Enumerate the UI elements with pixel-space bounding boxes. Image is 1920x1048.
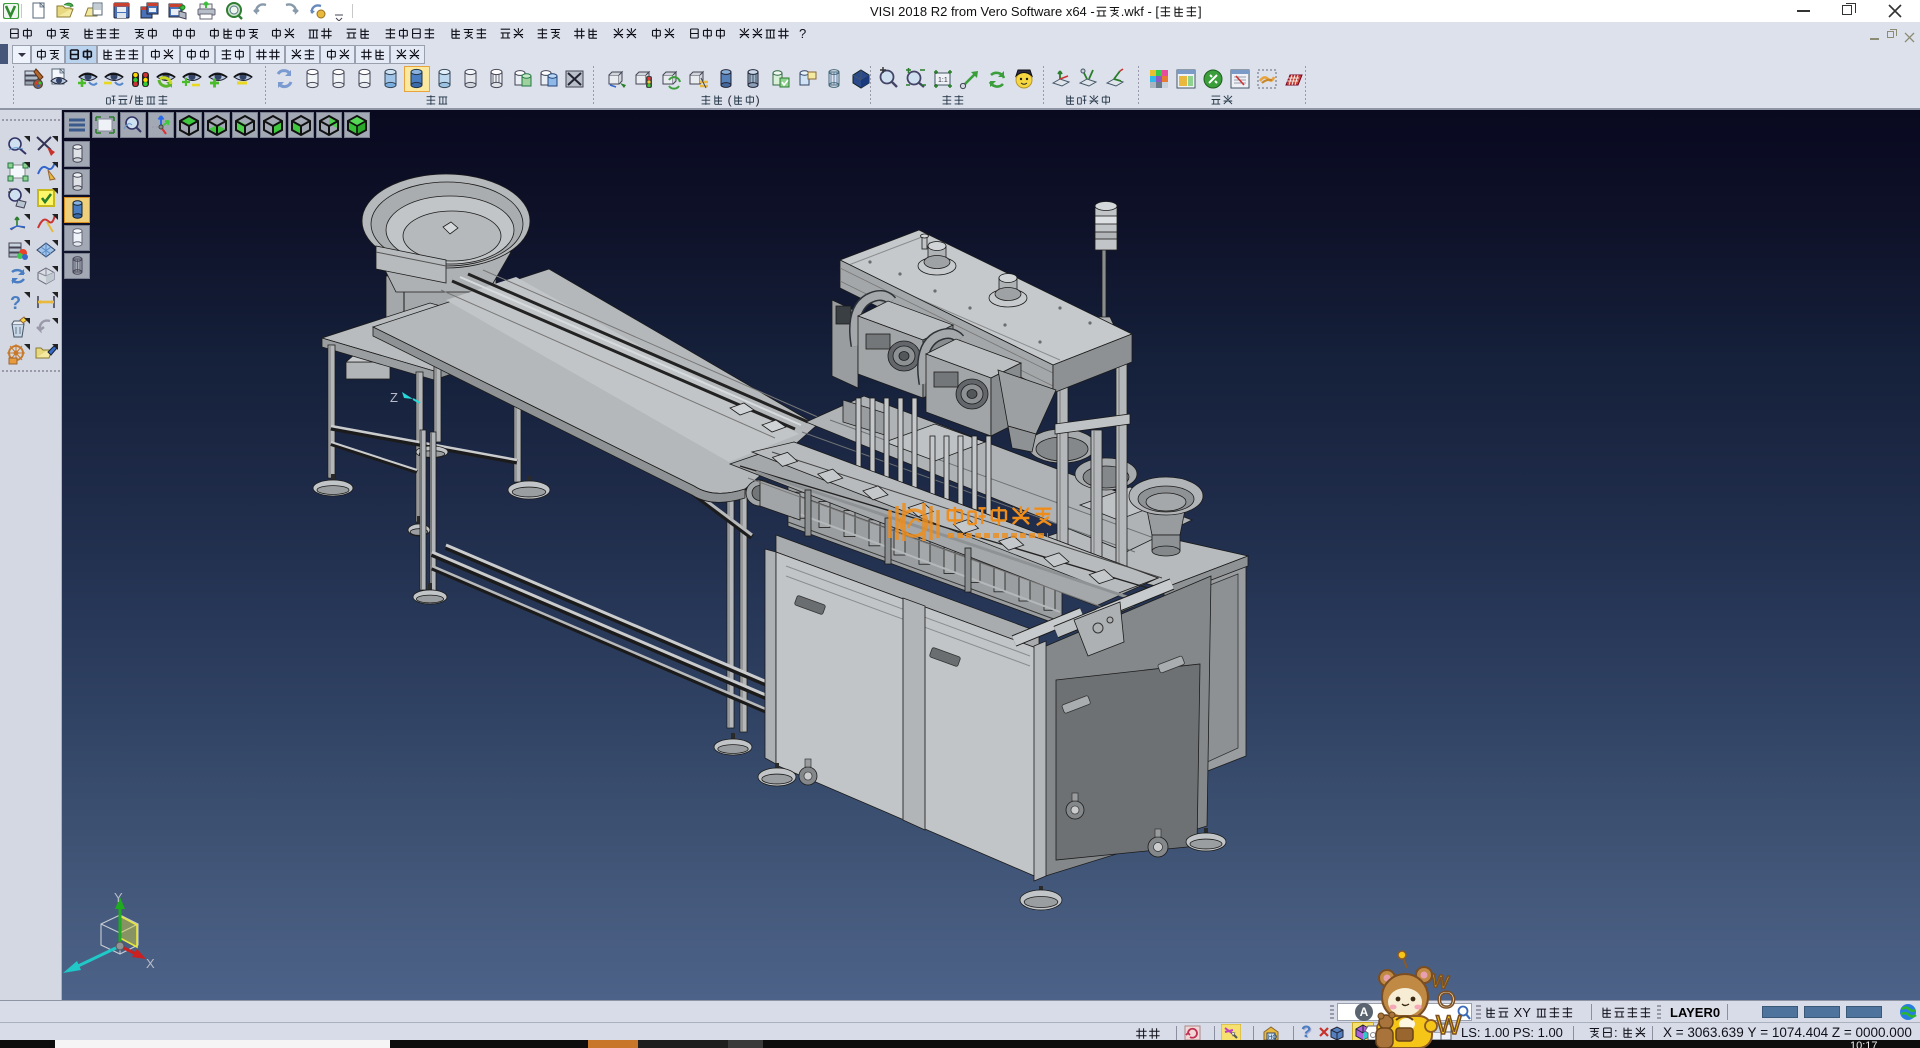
svg-text:W: W [1436,1010,1462,1040]
